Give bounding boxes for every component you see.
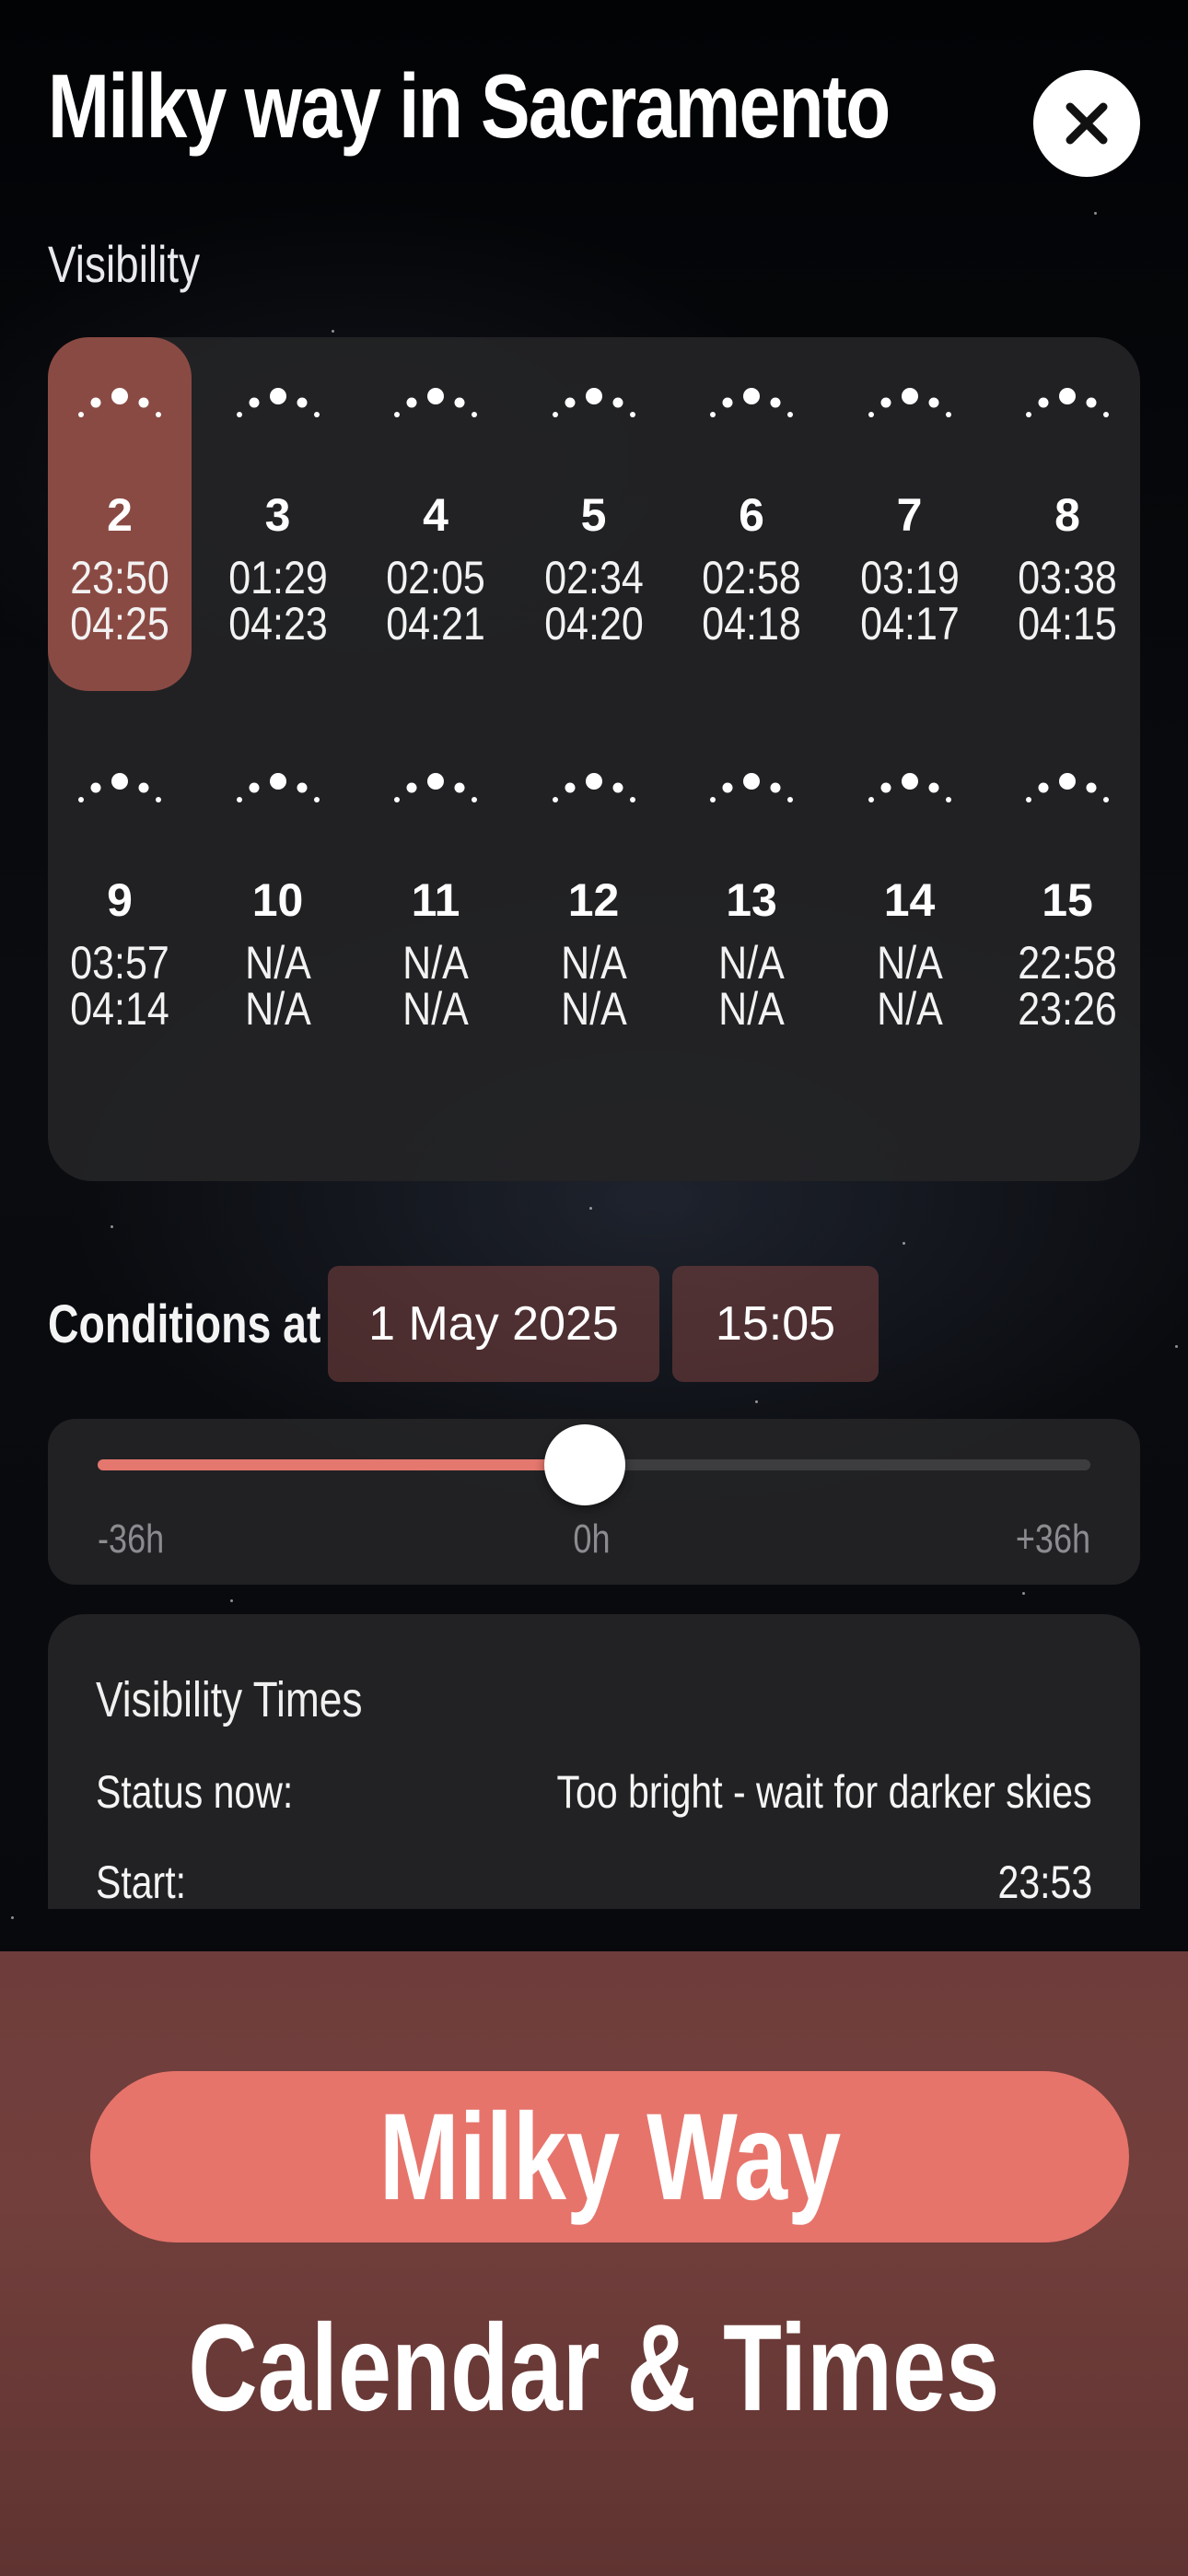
milky-way-arc-icon <box>364 385 507 440</box>
milky-way-arc-icon <box>996 385 1139 440</box>
milky-way-arc-icon <box>838 385 982 440</box>
calendar-day-14[interactable]: 14 N/A N/A <box>838 722 982 1076</box>
close-icon <box>1066 102 1108 145</box>
calendar-day-start: 03:19 <box>859 552 960 603</box>
milky-way-button[interactable]: Milky Way <box>90 2071 1129 2242</box>
calendar-day-end: 04:18 <box>702 598 801 650</box>
calendar-day-number: 7 <box>896 489 923 541</box>
calendar-day-end: 23:26 <box>1018 983 1117 1035</box>
calendar-day-number: 10 <box>251 874 304 926</box>
milky-way-arc-icon <box>364 770 507 825</box>
calendar-day-12[interactable]: 12 N/A N/A <box>522 722 666 1076</box>
calendar-day-number: 5 <box>580 489 607 541</box>
time-slider-handle[interactable] <box>544 1424 625 1505</box>
calendar-day-6[interactable]: 6 02:58 04:18 <box>680 337 823 691</box>
calendar-day-start: 03:38 <box>1018 552 1117 603</box>
calendar-day-number: 2 <box>107 489 133 541</box>
milky-way-arc-icon <box>522 385 666 440</box>
slider-mid-label: 0h <box>573 1516 611 1562</box>
calendar-day-end: N/A <box>876 983 943 1035</box>
calendar-day-end: 04:25 <box>70 598 169 650</box>
calendar-day-2[interactable]: 2 23:50 04:25 <box>48 337 192 691</box>
milky-way-arc-icon <box>206 770 350 825</box>
calendar-day-number: 15 <box>1042 874 1093 926</box>
calendar-day-start: N/A <box>244 937 311 989</box>
calendar-day-start: 23:50 <box>70 552 169 603</box>
status-label: Status now: <box>96 1766 294 1818</box>
start-label: Start: <box>96 1856 186 1908</box>
visibility-times-title: Visibility Times <box>96 1672 363 1727</box>
time-slider-fill <box>98 1459 594 1470</box>
calendar-day-7[interactable]: 7 03:19 04:17 <box>838 337 982 691</box>
calendar-day-15[interactable]: 15 22:58 23:26 <box>996 722 1139 1076</box>
calendar-day-end: 04:17 <box>859 598 960 650</box>
milky-way-arc-icon <box>522 770 666 825</box>
calendar-day-end: 04:21 <box>386 598 485 650</box>
calendar-day-end: N/A <box>244 983 311 1035</box>
calendar-day-end: N/A <box>402 983 469 1035</box>
close-button[interactable] <box>1033 70 1140 177</box>
visibility-times-card: Visibility Times Status now: Too bright … <box>48 1614 1140 1909</box>
calendar-day-number: 6 <box>739 489 764 541</box>
status-value: Too bright - wait for darker skies <box>556 1766 1092 1818</box>
milky-way-arc-icon <box>680 385 823 440</box>
calendar-day-4[interactable]: 4 02:05 04:21 <box>364 337 507 691</box>
date-picker[interactable]: 1 May 2025 <box>328 1266 659 1382</box>
calendar-day-start: 02:05 <box>386 552 485 603</box>
page-title: Milky way in Sacramento <box>48 55 891 157</box>
milky-way-arc-icon <box>996 770 1139 825</box>
milky-way-arc-icon <box>206 385 350 440</box>
calendar-day-11[interactable]: 11 N/A N/A <box>364 722 507 1076</box>
slider-max-label: +36h <box>1015 1516 1090 1562</box>
calendar-day-end: 04:20 <box>543 598 644 650</box>
calendar-day-start: 02:58 <box>702 552 801 603</box>
calendar-day-start: 01:29 <box>227 552 328 603</box>
time-picker[interactable]: 15:05 <box>672 1266 879 1382</box>
calendar-day-start: N/A <box>876 937 943 989</box>
promo-subtitle: Calendar & Times <box>0 2298 1188 2439</box>
calendar-day-3[interactable]: 3 01:29 04:23 <box>206 337 350 691</box>
start-value: 23:53 <box>997 1856 1092 1908</box>
calendar-day-number: 9 <box>107 874 133 926</box>
milky-way-button-label: Milky Way <box>379 2088 841 2226</box>
promo-banner: Milky Way Calendar & Times <box>0 1951 1188 2576</box>
milky-way-arc-icon <box>680 770 823 825</box>
calendar-day-10[interactable]: 10 N/A N/A <box>206 722 350 1076</box>
visibility-label: Visibility <box>48 235 201 293</box>
calendar-day-start: N/A <box>560 937 627 989</box>
calendar-day-start: 22:58 <box>1018 937 1117 989</box>
calendar-day-end: N/A <box>560 983 627 1035</box>
calendar-day-end: 04:15 <box>1018 598 1117 650</box>
calendar-day-number: 14 <box>883 874 936 926</box>
calendar-day-start: N/A <box>718 937 785 989</box>
calendar-day-start: 03:57 <box>70 937 169 989</box>
time-slider-card: -36h 0h +36h <box>48 1419 1140 1585</box>
promo-subtitle-text: Calendar & Times <box>188 2300 1000 2437</box>
visibility-calendar: 2 23:50 04:25 3 01:29 04:23 4 02:05 04:21 5 02:34 0… <box>48 337 1140 1181</box>
calendar-day-5[interactable]: 5 02:34 04:20 <box>522 337 666 691</box>
calendar-day-start: N/A <box>402 937 469 989</box>
milky-way-arc-icon <box>48 385 192 440</box>
calendar-day-number: 13 <box>726 874 777 926</box>
calendar-day-number: 12 <box>567 874 620 926</box>
calendar-day-number: 4 <box>423 489 448 541</box>
calendar-day-end: 04:23 <box>227 598 328 650</box>
calendar-day-end: 04:14 <box>70 983 169 1035</box>
calendar-day-13[interactable]: 13 N/A N/A <box>680 722 823 1076</box>
milky-way-arc-icon <box>48 770 192 825</box>
calendar-day-9[interactable]: 9 03:57 04:14 <box>48 722 192 1076</box>
calendar-day-start: 02:34 <box>543 552 644 603</box>
slider-min-label: -36h <box>98 1516 165 1562</box>
calendar-day-number: 8 <box>1054 489 1080 541</box>
milky-way-arc-icon <box>838 770 982 825</box>
calendar-day-number: 11 <box>411 874 460 926</box>
calendar-day-end: N/A <box>718 983 785 1035</box>
calendar-day-8[interactable]: 8 03:38 04:15 <box>996 337 1139 691</box>
conditions-label: Conditions at <box>48 1294 321 1354</box>
calendar-day-number: 3 <box>264 489 291 541</box>
